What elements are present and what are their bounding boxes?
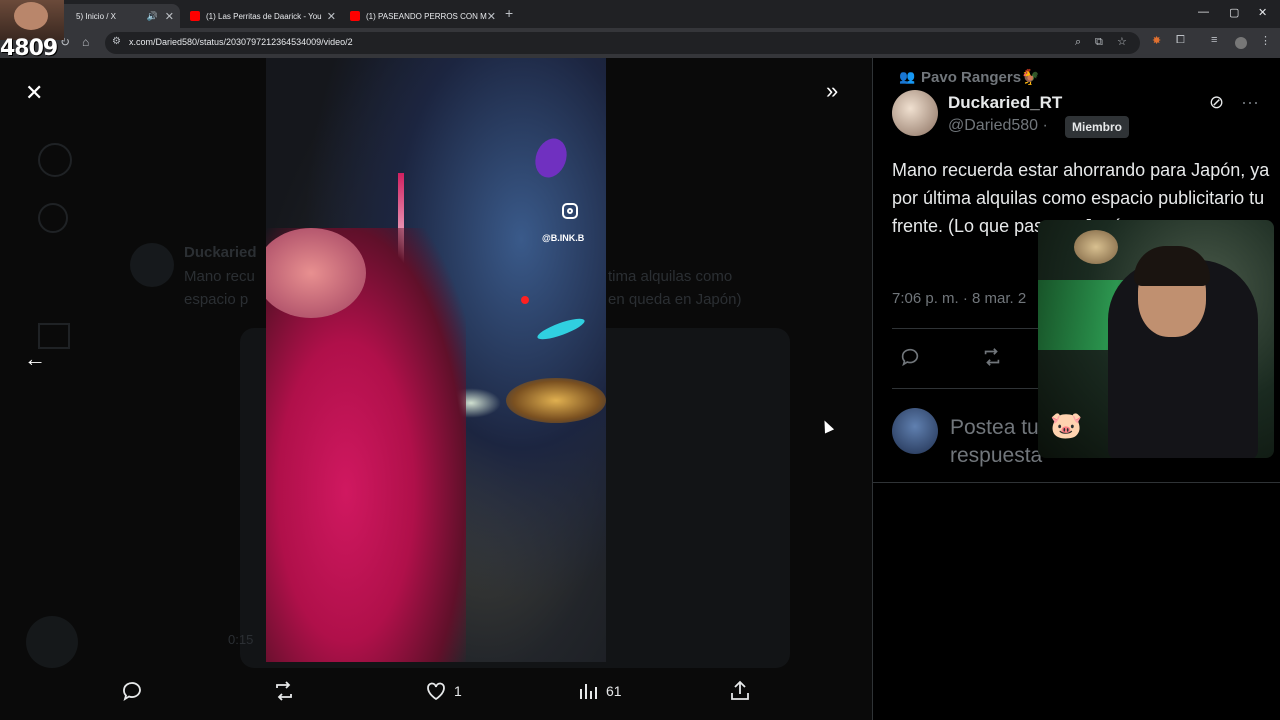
repost-button[interactable] [272, 679, 296, 703]
grok-icon[interactable]: ⊘ [1209, 92, 1224, 113]
close-tab-icon[interactable]: ✕ [165, 10, 174, 23]
microphone [1074, 230, 1118, 264]
profile-avatar[interactable] [1235, 37, 1247, 49]
ghost-time: 0:15 [228, 632, 254, 647]
community-icon: 👥 [899, 69, 916, 84]
ghost-post-button [26, 616, 78, 668]
member-badge: Miembro [1065, 116, 1130, 138]
author-display-name[interactable]: Duckaried_RT [948, 93, 1062, 113]
light-warm [506, 378, 606, 423]
reply-icon [123, 682, 141, 702]
current-user-avatar [892, 408, 938, 454]
close-tab-icon[interactable]: ✕ [327, 10, 336, 23]
extension-icon[interactable]: ✸ [1152, 34, 1161, 47]
views-chart-icon [580, 684, 597, 699]
tweet-timestamp[interactable]: 7:06 p. m. · 8 mar. 2 [892, 290, 1026, 307]
reply-icon[interactable] [899, 346, 921, 374]
ghost-home-icon [38, 143, 72, 177]
media-viewer: Duckaried Mano recu espacio p tima alqui… [0, 58, 872, 720]
reply-button[interactable] [120, 679, 144, 703]
youtube-favicon-icon [350, 11, 360, 21]
share-button[interactable] [728, 679, 752, 703]
ghost-text: espacio p [184, 291, 249, 308]
previous-arrow-icon[interactable]: ← [24, 346, 46, 372]
install-icon[interactable]: ⧉ [1095, 36, 1103, 49]
author-avatar[interactable] [892, 90, 938, 136]
expand-panel-icon[interactable]: » [826, 78, 838, 104]
browser-toolbar: ↻ ⌂ ⚙ x.com/Daried580/status/20307972123… [0, 28, 1280, 58]
like-count: 1 [454, 683, 462, 699]
youtube-favicon-icon [190, 11, 200, 21]
community-name: Pavo Rangers🐓 [921, 69, 1040, 86]
speaker-icon[interactable]: 🔊 [147, 11, 158, 22]
streamer-face [14, 2, 48, 30]
url-text: x.com/Daried580/status/20307972123645340… [129, 37, 353, 47]
heart-icon [427, 682, 445, 701]
tab-bar: 5) Inicio / X 🔊 ✕ (1) Las Perritas de Da… [0, 0, 1280, 28]
ghost-text: tima alquilas como [608, 268, 733, 285]
site-info-icon[interactable]: ⚙ [112, 36, 121, 47]
like-button[interactable]: 1 [424, 679, 462, 703]
extensions-puzzle-icon[interactable]: ⧠ [1176, 34, 1185, 47]
share-icon [731, 680, 749, 700]
address-bar[interactable]: ⚙ x.com/Daried580/status/203079721236453… [105, 32, 1140, 54]
close-tab-icon[interactable]: ✕ [487, 10, 496, 23]
media-action-bar: 1 61 [0, 675, 872, 720]
light-cyan [535, 314, 587, 344]
views-count: 61 [606, 683, 622, 699]
bookmark-star-icon[interactable]: ☆ [1117, 35, 1127, 48]
new-tab-button[interactable]: + [505, 5, 513, 21]
ghost-text: Mano recu [184, 268, 255, 285]
light-purple [530, 134, 572, 182]
restore-icon[interactable]: ▢ [1229, 6, 1239, 19]
divider [873, 482, 1280, 483]
close-window-icon[interactable]: ✕ [1258, 6, 1267, 19]
repost-icon [276, 681, 292, 701]
author-handle[interactable]: @Daried580 · [948, 117, 1048, 135]
close-icon[interactable]: ✕ [25, 80, 43, 106]
zoom-icon[interactable]: ⌕ [1075, 36, 1081, 49]
ghost-name: Duckaried [184, 244, 257, 261]
streamer-hair [1134, 246, 1210, 286]
tab-title: 5) Inicio / X [76, 11, 117, 21]
ghost-search-icon [38, 203, 68, 233]
tab-youtube-2[interactable]: (1) PASEANDO PERROS CON M ✕ [342, 4, 502, 28]
media-control-icon[interactable]: ≡ [1211, 34, 1217, 46]
tab-youtube-1[interactable]: (1) Las Perritas de Daarick - You ✕ [182, 4, 342, 28]
repost-icon[interactable] [981, 346, 1003, 374]
menu-icon[interactable]: ⋮ [1260, 34, 1271, 47]
streamer-webcam-thumb [0, 0, 64, 40]
home-icon[interactable]: ⌂ [82, 35, 89, 49]
tab-title: (1) Las Perritas de Daarick - You [206, 11, 322, 21]
pixel-sticker-icon: 🐷 [1050, 410, 1083, 440]
more-options-icon[interactable]: ··· [1241, 92, 1259, 113]
mouse-cursor [819, 418, 835, 434]
instagram-handle: @B.INK.B [542, 233, 585, 243]
views-button[interactable]: 61 [576, 679, 622, 703]
tab-title: (1) PASEANDO PERROS CON M [366, 11, 487, 21]
instagram-icon [562, 203, 578, 219]
light-red [521, 296, 529, 304]
ghost-avatar [130, 243, 174, 287]
video-player[interactable]: @B.INK.B [266, 58, 606, 662]
streamer-number: 4809 [0, 36, 58, 61]
minimize-icon[interactable]: — [1198, 6, 1209, 18]
social-context[interactable]: 👥 Pavo Rangers🐓 [899, 68, 1040, 86]
ghost-text: en queda en Japón) [608, 291, 742, 308]
